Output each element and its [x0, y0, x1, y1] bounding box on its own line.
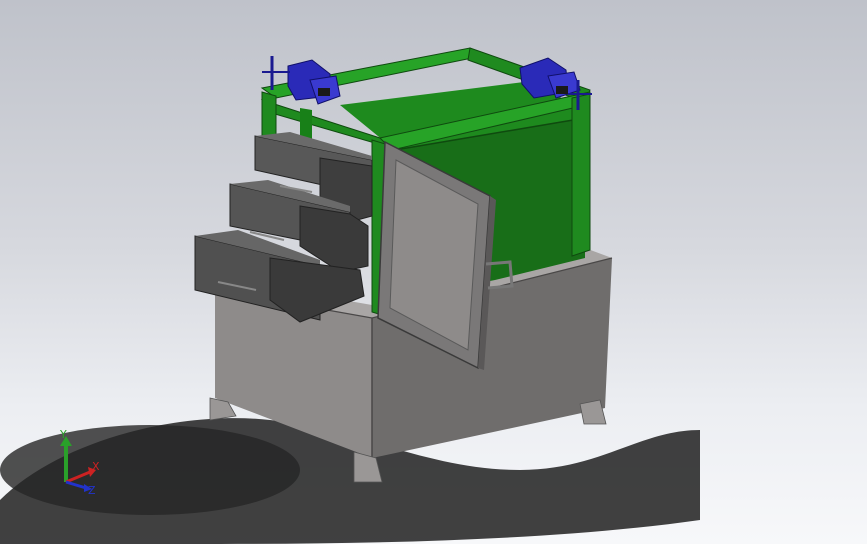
axis-x-label: X — [92, 460, 100, 473]
cad-viewport[interactable]: Y X Z — [0, 0, 867, 544]
axis-z-label: Z — [88, 484, 96, 497]
axis-y-label: Y — [59, 428, 67, 441]
